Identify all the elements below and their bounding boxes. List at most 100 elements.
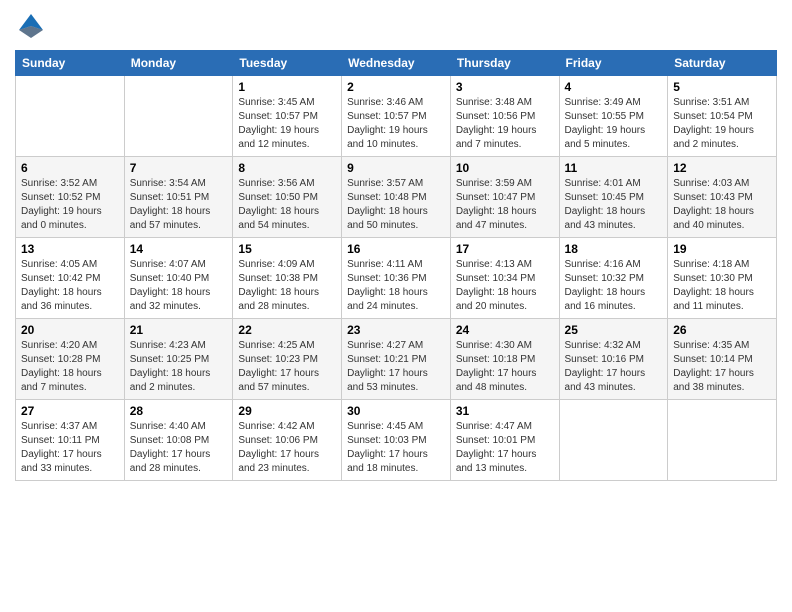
day-number: 1 <box>238 80 336 94</box>
day-info: Sunrise: 4:23 AM Sunset: 10:25 PM Daylig… <box>130 339 228 395</box>
day-info: Sunrise: 4:35 AM Sunset: 10:14 PM Daylig… <box>673 339 771 395</box>
calendar-cell: 20 Sunrise: 4:20 AM Sunset: 10:28 PM Dayl… <box>16 319 125 400</box>
calendar-week-row: 27 Sunrise: 4:37 AM Sunset: 10:11 PM Dayl… <box>16 400 777 481</box>
calendar-cell: 6 Sunrise: 3:52 AM Sunset: 10:52 PM Dayli… <box>16 157 125 238</box>
calendar-cell: 10Sunrise: 3:59 AM Sunset: 10:47 PM Dayl… <box>450 157 559 238</box>
day-number: 4 <box>565 80 663 94</box>
day-info: Sunrise: 3:48 AM Sunset: 10:56 PM Daylig… <box>456 96 554 152</box>
day-number: 3 <box>456 80 554 94</box>
calendar-week-row: 13Sunrise: 4:05 AM Sunset: 10:42 PM Dayl… <box>16 238 777 319</box>
day-number: 15 <box>238 242 336 256</box>
calendar-cell: 4 Sunrise: 3:49 AM Sunset: 10:55 PM Dayli… <box>559 76 668 157</box>
day-info: Sunrise: 3:45 AM Sunset: 10:57 PM Daylig… <box>238 96 336 152</box>
day-info: Sunrise: 3:52 AM Sunset: 10:52 PM Daylig… <box>21 177 119 233</box>
calendar-cell <box>559 400 668 481</box>
day-number: 19 <box>673 242 771 256</box>
day-info: Sunrise: 3:57 AM Sunset: 10:48 PM Daylig… <box>347 177 445 233</box>
day-number: 31 <box>456 404 554 418</box>
calendar-cell <box>16 76 125 157</box>
calendar-cell: 1 Sunrise: 3:45 AM Sunset: 10:57 PM Dayli… <box>233 76 342 157</box>
day-info: Sunrise: 4:03 AM Sunset: 10:43 PM Daylig… <box>673 177 771 233</box>
day-number: 2 <box>347 80 445 94</box>
calendar-cell: 21 Sunrise: 4:23 AM Sunset: 10:25 PM Dayl… <box>124 319 233 400</box>
calendar-week-row: 1 Sunrise: 3:45 AM Sunset: 10:57 PM Dayli… <box>16 76 777 157</box>
day-number: 24 <box>456 323 554 337</box>
calendar-cell: 3 Sunrise: 3:48 AM Sunset: 10:56 PM Dayli… <box>450 76 559 157</box>
day-of-week-header: Sunday <box>16 51 125 76</box>
day-info: Sunrise: 4:45 AM Sunset: 10:03 PM Daylig… <box>347 420 445 476</box>
page-header <box>15 10 777 42</box>
days-of-week-row: SundayMondayTuesdayWednesdayThursdayFrid… <box>16 51 777 76</box>
day-number: 28 <box>130 404 228 418</box>
day-info: Sunrise: 4:40 AM Sunset: 10:08 PM Daylig… <box>130 420 228 476</box>
calendar-cell: 7Sunrise: 3:54 AM Sunset: 10:51 PM Dayli… <box>124 157 233 238</box>
day-of-week-header: Monday <box>124 51 233 76</box>
day-number: 23 <box>347 323 445 337</box>
calendar-cell: 2 Sunrise: 3:46 AM Sunset: 10:57 PM Dayli… <box>342 76 451 157</box>
day-number: 25 <box>565 323 663 337</box>
day-info: Sunrise: 3:46 AM Sunset: 10:57 PM Daylig… <box>347 96 445 152</box>
day-info: Sunrise: 3:59 AM Sunset: 10:47 PM Daylig… <box>456 177 554 233</box>
day-number: 5 <box>673 80 771 94</box>
day-info: Sunrise: 4:11 AM Sunset: 10:36 PM Daylig… <box>347 258 445 314</box>
calendar-cell: 15 Sunrise: 4:09 AM Sunset: 10:38 PM Dayl… <box>233 238 342 319</box>
day-info: Sunrise: 4:47 AM Sunset: 10:01 PM Daylig… <box>456 420 554 476</box>
day-info: Sunrise: 4:01 AM Sunset: 10:45 PM Daylig… <box>565 177 663 233</box>
day-info: Sunrise: 3:49 AM Sunset: 10:55 PM Daylig… <box>565 96 663 152</box>
day-info: Sunrise: 4:25 AM Sunset: 10:23 PM Daylig… <box>238 339 336 395</box>
day-info: Sunrise: 4:09 AM Sunset: 10:38 PM Daylig… <box>238 258 336 314</box>
day-info: Sunrise: 4:42 AM Sunset: 10:06 PM Daylig… <box>238 420 336 476</box>
calendar-cell: 28 Sunrise: 4:40 AM Sunset: 10:08 PM Dayl… <box>124 400 233 481</box>
calendar-cell: 17Sunrise: 4:13 AM Sunset: 10:34 PM Dayl… <box>450 238 559 319</box>
calendar-cell: 12 Sunrise: 4:03 AM Sunset: 10:43 PM Dayl… <box>668 157 777 238</box>
day-number: 11 <box>565 161 663 175</box>
day-info: Sunrise: 4:32 AM Sunset: 10:16 PM Daylig… <box>565 339 663 395</box>
day-of-week-header: Friday <box>559 51 668 76</box>
calendar-week-row: 20 Sunrise: 4:20 AM Sunset: 10:28 PM Dayl… <box>16 319 777 400</box>
day-number: 8 <box>238 161 336 175</box>
calendar-cell: 14Sunrise: 4:07 AM Sunset: 10:40 PM Dayl… <box>124 238 233 319</box>
day-info: Sunrise: 3:51 AM Sunset: 10:54 PM Daylig… <box>673 96 771 152</box>
calendar-cell: 19Sunrise: 4:18 AM Sunset: 10:30 PM Dayl… <box>668 238 777 319</box>
day-number: 30 <box>347 404 445 418</box>
calendar-cell: 26Sunrise: 4:35 AM Sunset: 10:14 PM Dayl… <box>668 319 777 400</box>
day-number: 16 <box>347 242 445 256</box>
calendar-cell: 8 Sunrise: 3:56 AM Sunset: 10:50 PM Dayli… <box>233 157 342 238</box>
day-info: Sunrise: 4:37 AM Sunset: 10:11 PM Daylig… <box>21 420 119 476</box>
day-number: 22 <box>238 323 336 337</box>
calendar-cell <box>668 400 777 481</box>
calendar-cell: 30 Sunrise: 4:45 AM Sunset: 10:03 PM Dayl… <box>342 400 451 481</box>
calendar-cell: 13Sunrise: 4:05 AM Sunset: 10:42 PM Dayl… <box>16 238 125 319</box>
calendar-cell: 22 Sunrise: 4:25 AM Sunset: 10:23 PM Dayl… <box>233 319 342 400</box>
calendar-header: SundayMondayTuesdayWednesdayThursdayFrid… <box>16 51 777 76</box>
day-of-week-header: Thursday <box>450 51 559 76</box>
calendar-cell: 5 Sunrise: 3:51 AM Sunset: 10:54 PM Dayli… <box>668 76 777 157</box>
day-info: Sunrise: 4:16 AM Sunset: 10:32 PM Daylig… <box>565 258 663 314</box>
calendar-body: 1 Sunrise: 3:45 AM Sunset: 10:57 PM Dayli… <box>16 76 777 481</box>
day-number: 18 <box>565 242 663 256</box>
calendar-cell: 31 Sunrise: 4:47 AM Sunset: 10:01 PM Dayl… <box>450 400 559 481</box>
day-info: Sunrise: 3:54 AM Sunset: 10:51 PM Daylig… <box>130 177 228 233</box>
day-number: 14 <box>130 242 228 256</box>
calendar-week-row: 6 Sunrise: 3:52 AM Sunset: 10:52 PM Dayli… <box>16 157 777 238</box>
day-info: Sunrise: 4:13 AM Sunset: 10:34 PM Daylig… <box>456 258 554 314</box>
calendar-cell: 18 Sunrise: 4:16 AM Sunset: 10:32 PM Dayl… <box>559 238 668 319</box>
day-number: 12 <box>673 161 771 175</box>
calendar-cell: 29 Sunrise: 4:42 AM Sunset: 10:06 PM Dayl… <box>233 400 342 481</box>
calendar-cell: 11 Sunrise: 4:01 AM Sunset: 10:45 PM Dayl… <box>559 157 668 238</box>
day-number: 21 <box>130 323 228 337</box>
day-info: Sunrise: 4:27 AM Sunset: 10:21 PM Daylig… <box>347 339 445 395</box>
day-of-week-header: Wednesday <box>342 51 451 76</box>
calendar-cell: 9 Sunrise: 3:57 AM Sunset: 10:48 PM Dayli… <box>342 157 451 238</box>
day-number: 20 <box>21 323 119 337</box>
calendar-cell: 23 Sunrise: 4:27 AM Sunset: 10:21 PM Dayl… <box>342 319 451 400</box>
day-info: Sunrise: 4:20 AM Sunset: 10:28 PM Daylig… <box>21 339 119 395</box>
day-number: 27 <box>21 404 119 418</box>
day-number: 9 <box>347 161 445 175</box>
calendar-cell: 16 Sunrise: 4:11 AM Sunset: 10:36 PM Dayl… <box>342 238 451 319</box>
day-number: 6 <box>21 161 119 175</box>
calendar-table: SundayMondayTuesdayWednesdayThursdayFrid… <box>15 50 777 481</box>
day-of-week-header: Tuesday <box>233 51 342 76</box>
day-info: Sunrise: 3:56 AM Sunset: 10:50 PM Daylig… <box>238 177 336 233</box>
day-number: 29 <box>238 404 336 418</box>
